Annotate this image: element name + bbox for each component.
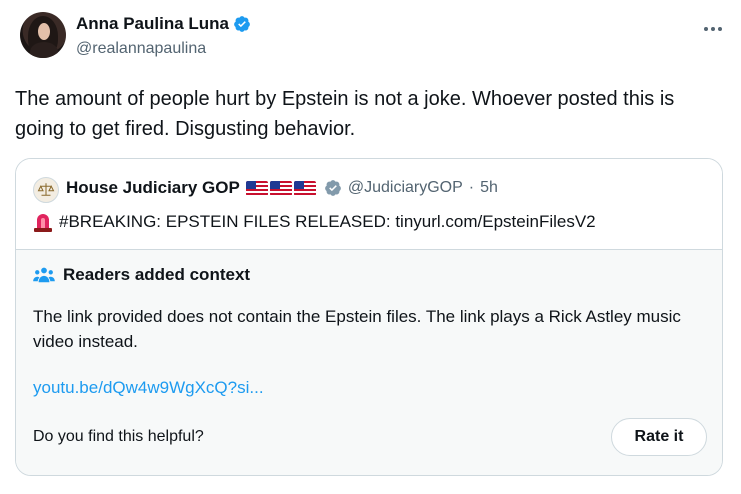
people-icon xyxy=(33,267,55,283)
gray-verified-badge-icon xyxy=(324,180,341,196)
rate-it-button[interactable]: Rate it xyxy=(611,418,707,456)
author-handle[interactable]: @realannapaulina xyxy=(76,40,206,58)
us-flag-icon xyxy=(269,181,292,197)
scales-of-justice-icon xyxy=(37,183,55,196)
us-flag-icon xyxy=(293,181,316,197)
helpful-prompt: Do you find this helpful? xyxy=(33,428,204,445)
context-title: Readers added context xyxy=(63,265,251,284)
quoted-tweet[interactable]: House Judiciary GOP @JudiciaryGOP · 5h #… xyxy=(15,158,723,476)
tweet-header: Anna Paulina Luna @realannapaulina xyxy=(20,12,725,66)
context-body: The link provided does not contain the E… xyxy=(33,307,681,351)
avatar[interactable] xyxy=(20,12,66,58)
community-note: Readers added context The link provided … xyxy=(16,250,722,475)
quoted-name[interactable]: House Judiciary GOP xyxy=(66,178,240,198)
quoted-separator: · xyxy=(468,179,475,196)
quoted-text: #BREAKING: EPSTEIN FILES RELEASED: tinyu… xyxy=(59,212,596,231)
quoted-text-row: #BREAKING: EPSTEIN FILES RELEASED: tinyu… xyxy=(33,211,596,233)
tweet-text: The amount of people hurt by Epstein is … xyxy=(15,88,675,140)
author-name-row: Anna Paulina Luna xyxy=(76,14,251,34)
quoted-tweet-body[interactable]: House Judiciary GOP @JudiciaryGOP · 5h #… xyxy=(16,159,722,250)
us-flag-icon xyxy=(245,181,268,197)
quoted-time[interactable]: 5h xyxy=(480,179,498,197)
police-siren-icon xyxy=(34,214,52,232)
context-link[interactable]: youtu.be/dQw4w9WgXcQ?si... xyxy=(33,378,264,398)
us-flag-icons xyxy=(245,180,318,197)
author-name[interactable]: Anna Paulina Luna xyxy=(76,14,229,34)
quoted-handle[interactable]: @JudiciaryGOP xyxy=(348,179,463,197)
context-header: Readers added context xyxy=(33,265,250,285)
quoted-name-row: House Judiciary GOP @JudiciaryGOP · 5h xyxy=(66,178,498,198)
verified-badge-icon xyxy=(234,16,250,32)
more-options-icon[interactable] xyxy=(701,22,725,36)
quoted-avatar xyxy=(33,177,59,203)
